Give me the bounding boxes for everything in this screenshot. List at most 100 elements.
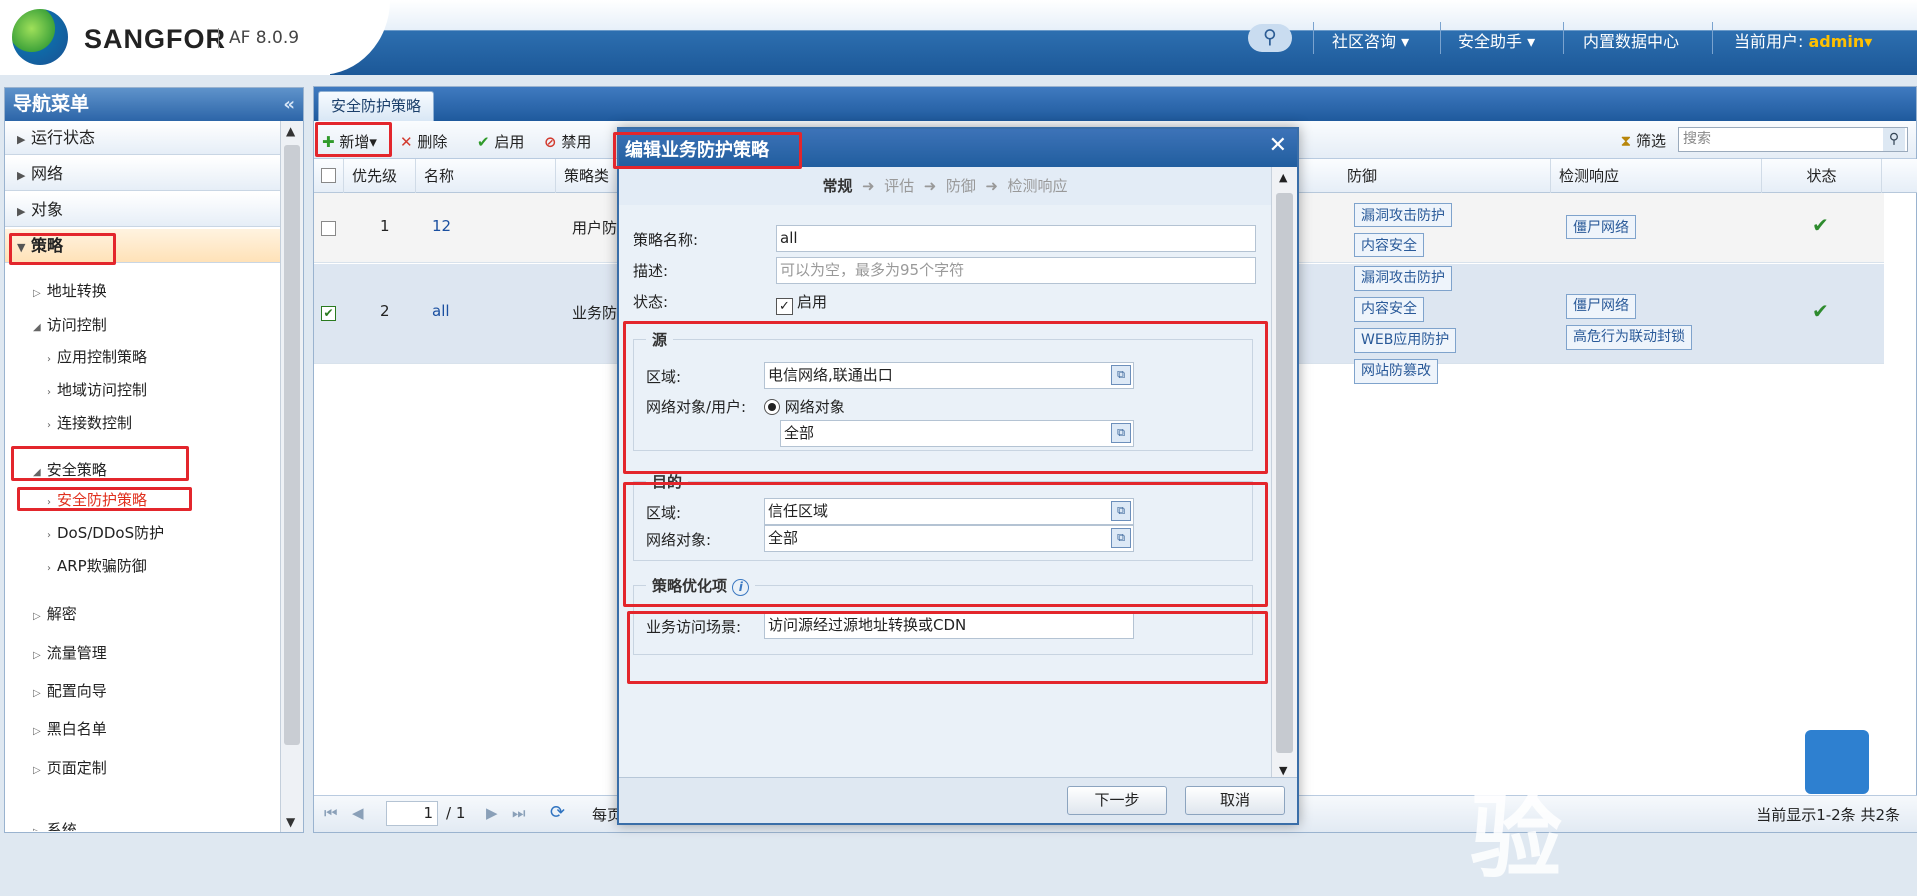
- scroll-down-icon[interactable]: ▼: [1279, 764, 1287, 777]
- sidebar-item-app-control[interactable]: › 应用控制策略: [47, 346, 147, 367]
- policy-name-input[interactable]: all: [776, 225, 1256, 252]
- status-label: 状态:: [633, 293, 669, 311]
- baidu-mascot-icon: [1805, 730, 1869, 794]
- sidebar-item-nat[interactable]: ▷ 地址转换: [33, 280, 107, 301]
- caret-right-icon: ▶: [17, 205, 26, 218]
- description-input[interactable]: 可以为空，最多为95个字符: [776, 257, 1256, 284]
- filter-button[interactable]: ⧗ 筛选: [1621, 130, 1666, 151]
- scroll-thumb[interactable]: [284, 145, 300, 745]
- disable-button[interactable]: ⊘ 禁用: [544, 131, 591, 152]
- row-priority: 2: [380, 302, 390, 320]
- sidebar-title: 导航菜单: [13, 93, 90, 115]
- scroll-up-icon[interactable]: ▲: [286, 124, 295, 138]
- tab-security-protect[interactable]: 安全防护策略: [318, 91, 435, 121]
- dialog-body: 常规 ➜ 评估 ➜ 防御 ➜ 检测响应 策略名称: all 描述: 可以为空，最…: [619, 167, 1271, 781]
- brand-name: SANGFOR: [84, 24, 226, 54]
- scroll-thumb[interactable]: [1276, 193, 1293, 753]
- scroll-down-icon[interactable]: ▼: [286, 815, 295, 829]
- current-user[interactable]: 当前用户: admin▾: [1734, 28, 1872, 52]
- page-total: / 1: [446, 804, 466, 822]
- sidebar-item-geo-control[interactable]: › 地域访问控制: [47, 379, 147, 400]
- row-checkbox[interactable]: [321, 221, 336, 236]
- last-page-icon[interactable]: ⏭: [512, 804, 526, 822]
- col-name[interactable]: 名称: [416, 159, 556, 193]
- caret-right-icon: ▷: [33, 611, 41, 622]
- status-enable-checkbox[interactable]: ✓ 启用: [776, 291, 827, 315]
- defense-chip[interactable]: 内容安全: [1354, 297, 1424, 322]
- watermark-url: jingyan.baidu.com: [1478, 740, 1801, 784]
- first-page-icon[interactable]: ⏮: [324, 804, 338, 822]
- sidebar-item-conn-control[interactable]: › 连接数控制: [47, 412, 132, 433]
- sidebar-scrollbar[interactable]: ▲ ▼: [280, 121, 303, 832]
- defense-chip[interactable]: WEB应用防护: [1354, 328, 1457, 353]
- desc-label: 描述:: [633, 262, 669, 280]
- sidebar-item-network[interactable]: ▶ 网络: [5, 157, 281, 191]
- defense-chip[interactable]: 内容安全: [1354, 233, 1424, 257]
- row-name-link[interactable]: 12: [432, 217, 451, 235]
- defense-chip[interactable]: 网站防篡改: [1354, 359, 1438, 384]
- ban-icon: ⊘: [544, 133, 557, 151]
- col-status[interactable]: 状态: [1762, 159, 1882, 193]
- row-priority: 1: [380, 217, 390, 235]
- defense-chip[interactable]: 漏洞攻击防护: [1354, 266, 1452, 291]
- select-all-checkbox[interactable]: [314, 159, 344, 193]
- caret-right-icon: ▷: [33, 726, 41, 737]
- sidebar-item-object[interactable]: ▶ 对象: [5, 193, 281, 227]
- caret-right-icon: ›: [47, 530, 51, 541]
- sidebar-item-wizard[interactable]: ▷ 配置向导: [33, 680, 107, 701]
- refresh-icon[interactable]: ⟳: [550, 802, 565, 823]
- sidebar-item-system[interactable]: ▷系统: [33, 819, 77, 831]
- chevron-down-icon: ▾: [1864, 32, 1873, 51]
- page-input[interactable]: 1: [386, 801, 438, 826]
- search-icon[interactable]: ⚲: [1883, 128, 1905, 151]
- nav-security-assistant[interactable]: 安全助手 ▾: [1458, 28, 1535, 52]
- row-checkbox[interactable]: ✔: [321, 306, 336, 321]
- sidebar-item-access-control[interactable]: ◢ 访问控制: [33, 314, 107, 335]
- step-general[interactable]: 常规: [822, 177, 852, 195]
- enable-button[interactable]: ✔ 启用: [477, 131, 524, 152]
- highlight-box: [9, 233, 116, 265]
- sidebar-item-decrypt[interactable]: ▷ 解密: [33, 603, 77, 624]
- caret-right-icon: ›: [47, 420, 51, 431]
- col-response[interactable]: 检测响应: [1551, 159, 1762, 193]
- response-chip[interactable]: 僵尸网络: [1566, 294, 1636, 319]
- delete-button[interactable]: ✕ 删除: [400, 131, 447, 152]
- row-name-link[interactable]: all: [432, 302, 450, 320]
- col-priority[interactable]: 优先级: [344, 159, 416, 193]
- highlight-box: [623, 482, 1268, 607]
- sangfor-logo-icon: [12, 9, 68, 65]
- sidebar-item-blacklist[interactable]: ▷ 黑白名单: [33, 718, 107, 739]
- search-input[interactable]: 搜索 ⚲: [1678, 127, 1908, 152]
- status-check-icon: ✔: [1812, 299, 1829, 323]
- step-defense[interactable]: 防御: [946, 177, 976, 195]
- sidebar-item-custom-page[interactable]: ▷ 页面定制: [33, 757, 107, 778]
- edit-policy-dialog: 编辑业务防护策略 ✕ 常规 ➜ 评估 ➜ 防御 ➜ 检测响应 策略名称: all…: [617, 127, 1299, 825]
- collapse-icon[interactable]: «: [283, 88, 295, 121]
- scroll-up-icon[interactable]: ▲: [1279, 171, 1287, 184]
- step-evaluate[interactable]: 评估: [884, 177, 914, 195]
- next-page-icon[interactable]: ▶: [486, 804, 498, 822]
- nav-community[interactable]: 社区咨询 ▾: [1332, 28, 1409, 52]
- caret-right-icon: ▷: [33, 650, 41, 661]
- search-icon[interactable]: ⚲: [1248, 24, 1292, 52]
- step-response[interactable]: 检测响应: [1008, 177, 1068, 195]
- defense-chip[interactable]: 漏洞攻击防护: [1354, 203, 1452, 227]
- sidebar-item-traffic[interactable]: ▷ 流量管理: [33, 642, 107, 663]
- sidebar-item-ddos[interactable]: › DoS/DDoS防护: [47, 522, 164, 543]
- response-chip[interactable]: 高危行为联动封锁: [1566, 325, 1692, 350]
- hourglass-icon: ⧗: [1620, 132, 1632, 150]
- response-chip[interactable]: 僵尸网络: [1566, 215, 1636, 239]
- sidebar-item-arp[interactable]: › ARP欺骗防御: [47, 555, 147, 576]
- prev-page-icon[interactable]: ◀: [352, 804, 364, 822]
- next-button[interactable]: 下一步: [1067, 786, 1167, 815]
- dialog-scrollbar[interactable]: ▲ ▼: [1271, 167, 1297, 781]
- close-icon[interactable]: ✕: [1269, 133, 1287, 158]
- sidebar-item-status[interactable]: ▶ 运行状态: [5, 121, 281, 155]
- user-name[interactable]: admin: [1809, 32, 1865, 51]
- col-defense[interactable]: 防御: [1339, 159, 1551, 193]
- cancel-button[interactable]: 取消: [1185, 786, 1285, 815]
- nav-data-center[interactable]: 内置数据中心: [1583, 28, 1679, 52]
- highlight-box: [17, 487, 192, 511]
- caret-down-icon: ◢: [33, 322, 41, 333]
- top-bar: SANGFOR AF 8.0.9 ⚲ 社区咨询 ▾ 安全助手 ▾ 内置数据中心 …: [0, 0, 1917, 75]
